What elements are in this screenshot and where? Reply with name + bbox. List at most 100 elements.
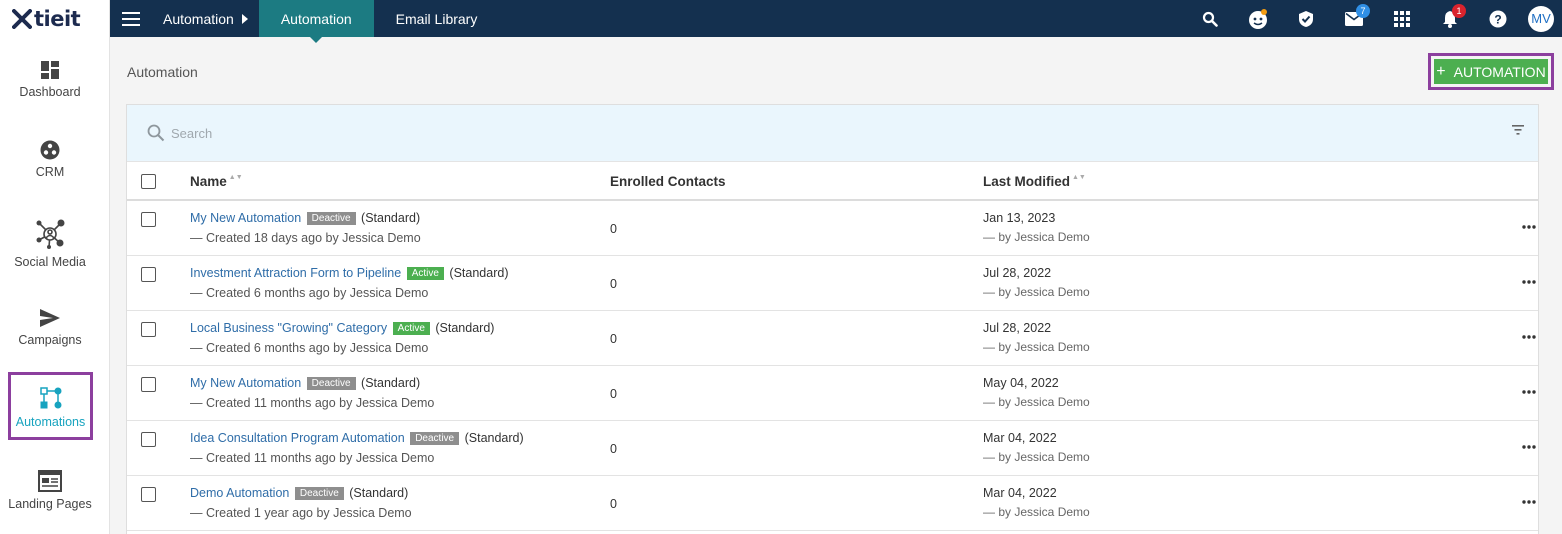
modified-date: Mar 04, 2022 xyxy=(983,431,1057,445)
table-row[interactable]: My New Automation Deactive (Standard) — … xyxy=(127,366,1538,421)
more-options-icon[interactable] xyxy=(1522,225,1536,229)
shield-check-icon[interactable] xyxy=(1282,0,1330,37)
logo-x-icon xyxy=(12,9,32,29)
modified-date: May 04, 2022 xyxy=(983,376,1059,390)
created-info: — Created 11 months ago by Jessica Demo xyxy=(190,396,435,410)
modified-by: — by Jessica Demo xyxy=(983,285,1090,299)
enrolled-count: 0 xyxy=(610,332,617,346)
dashboard-icon xyxy=(41,61,59,79)
sort-icon: ▲▼ xyxy=(228,174,243,181)
automation-name-link[interactable]: Idea Consultation Program Automation xyxy=(190,431,405,445)
enrolled-count: 0 xyxy=(610,222,617,236)
automation-name-link[interactable]: My New Automation xyxy=(190,211,301,225)
enrolled-count: 0 xyxy=(610,387,617,401)
automation-name-link[interactable]: Demo Automation xyxy=(190,486,289,500)
sidebar-item-automations[interactable]: Automations xyxy=(8,372,93,440)
more-options-icon[interactable] xyxy=(1522,280,1536,284)
tab-email-library[interactable]: Email Library xyxy=(374,0,500,37)
assistant-face-icon[interactable] xyxy=(1234,0,1282,37)
page-title: Automation xyxy=(127,64,198,80)
automation-name-link[interactable]: Investment Attraction Form to Pipeline xyxy=(190,266,401,280)
enrolled-count: 0 xyxy=(610,497,617,511)
sidebar-item-social-media[interactable]: Social Media xyxy=(0,218,100,269)
row-checkbox[interactable] xyxy=(141,432,156,447)
enrolled-count: 0 xyxy=(610,442,617,456)
user-avatar[interactable]: MV xyxy=(1528,5,1554,32)
created-info: — Created 18 days ago by Jessica Demo xyxy=(190,231,421,245)
automation-type: (Standard) xyxy=(449,266,509,280)
sidebar-item-landing-pages[interactable]: Landing Pages xyxy=(0,470,100,511)
svg-text:?: ? xyxy=(1494,12,1501,26)
search-icon xyxy=(147,124,165,142)
row-checkbox[interactable] xyxy=(141,212,156,227)
filter-icon[interactable] xyxy=(1512,125,1524,135)
landing-pages-icon xyxy=(38,470,62,492)
column-header-enrolled[interactable]: Enrolled Contacts xyxy=(610,174,726,189)
add-automation-label: AUTOMATION xyxy=(1453,63,1546,80)
created-info: — Created 6 months ago by Jessica Demo xyxy=(190,286,429,300)
search-icon[interactable] xyxy=(1186,0,1234,37)
sidebar-item-crm[interactable]: CRM xyxy=(0,140,100,179)
search-input[interactable] xyxy=(171,125,571,141)
automation-type: (Standard) xyxy=(435,321,495,335)
status-badge: Deactive xyxy=(306,212,356,225)
modified-date: Mar 04, 2022 xyxy=(983,486,1057,500)
modified-date: Jul 28, 2022 xyxy=(983,321,1052,335)
apps-grid-icon[interactable] xyxy=(1378,0,1426,37)
caret-right-icon xyxy=(241,13,248,24)
table-row[interactable]: My New Automation Deactive (Standard) — … xyxy=(127,201,1538,256)
automation-type: (Standard) xyxy=(361,376,421,390)
sidebar-item-label: Social Media xyxy=(14,255,86,269)
more-options-icon[interactable] xyxy=(1522,390,1536,394)
sidebar-item-label: Automations xyxy=(15,415,86,429)
sidebar-item-label: Landing Pages xyxy=(8,497,92,511)
notifications-bell-icon[interactable]: 1 xyxy=(1426,0,1474,37)
table-row[interactable]: Local Business "Growing" Category Active… xyxy=(127,311,1538,366)
automation-type: (Standard) xyxy=(464,431,524,445)
row-checkbox[interactable] xyxy=(141,322,156,337)
more-options-icon[interactable] xyxy=(1522,445,1536,449)
automation-type: (Standard) xyxy=(349,486,409,500)
table-row[interactable]: Idea Consultation Program Automation Dea… xyxy=(127,421,1538,476)
status-badge: Active xyxy=(392,322,430,335)
tab-automation[interactable]: Automation xyxy=(258,0,374,43)
column-header-modified-label: Last Modified xyxy=(983,174,1070,189)
status-badge: Deactive xyxy=(294,487,344,500)
status-badge: Active xyxy=(406,267,444,280)
breadcrumb-root-label: Automation xyxy=(163,10,234,27)
plus-icon: + xyxy=(1436,62,1446,80)
crm-icon xyxy=(40,140,60,160)
automation-name-link[interactable]: Local Business "Growing" Category xyxy=(190,321,387,335)
modified-by: — by Jessica Demo xyxy=(983,450,1090,464)
add-automation-button[interactable]: + AUTOMATION xyxy=(1434,59,1548,84)
created-info: — Created 11 months ago by Jessica Demo xyxy=(190,451,435,465)
column-header-name-label: Name xyxy=(190,174,227,189)
modified-by: — by Jessica Demo xyxy=(983,230,1090,244)
sidebar-item-dashboard[interactable]: Dashboard xyxy=(0,60,100,99)
breadcrumb-root[interactable]: Automation xyxy=(152,0,259,37)
status-badge: Deactive xyxy=(410,432,460,445)
automation-name-link[interactable]: My New Automation xyxy=(190,376,301,390)
automations-icon xyxy=(39,387,61,409)
sidebar-item-campaigns[interactable]: Campaigns xyxy=(0,308,100,347)
column-header-last-modified[interactable]: Last Modified ▲▼ xyxy=(983,174,1086,189)
row-checkbox[interactable] xyxy=(141,377,156,392)
brand-logo[interactable]: tieit xyxy=(0,0,109,38)
row-checkbox[interactable] xyxy=(141,267,156,282)
more-options-icon[interactable] xyxy=(1522,500,1536,504)
help-icon[interactable]: ? xyxy=(1474,0,1522,37)
column-header-name[interactable]: Name ▲▼ xyxy=(190,174,243,189)
mail-icon[interactable]: 7 xyxy=(1330,0,1378,37)
modified-by: — by Jessica Demo xyxy=(983,340,1090,354)
search-bar xyxy=(127,105,1538,162)
created-info: — Created 1 year ago by Jessica Demo xyxy=(190,506,412,520)
table-row[interactable]: Demo Automation Deactive (Standard) — Cr… xyxy=(127,476,1538,531)
menu-icon[interactable] xyxy=(110,0,152,37)
top-navigation-bar: Automation Automation Email Library 7 1 … xyxy=(110,0,1562,43)
table-row[interactable]: Investment Attraction Form to Pipeline A… xyxy=(127,256,1538,311)
more-options-icon[interactable] xyxy=(1522,335,1536,339)
table-header: Name ▲▼ Enrolled Contacts Last Modified ▲▼ xyxy=(127,162,1538,201)
select-all-checkbox[interactable] xyxy=(141,174,156,189)
automation-type: (Standard) xyxy=(361,211,421,225)
row-checkbox[interactable] xyxy=(141,487,156,502)
